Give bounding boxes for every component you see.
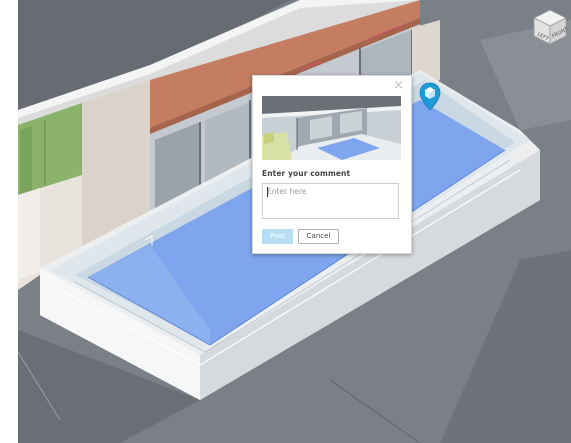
map-pin-icon[interactable] [419, 82, 441, 112]
cancel-button[interactable]: Cancel [298, 229, 339, 244]
comment-dialog: × Enter your comment Post Cancel [252, 75, 412, 254]
comment-prompt-label: Enter your comment [262, 169, 351, 178]
snapshot-thumbnail [262, 96, 401, 160]
view-cube-icon[interactable]: LEFT FRONT [532, 8, 570, 46]
model-viewport[interactable]: LEFT FRONT × Enter your comment Enter he… [0, 0, 571, 443]
comment-input[interactable] [262, 183, 399, 219]
close-button[interactable]: × [393, 79, 404, 93]
post-button[interactable]: Post [262, 229, 293, 244]
text-caret [267, 187, 268, 197]
